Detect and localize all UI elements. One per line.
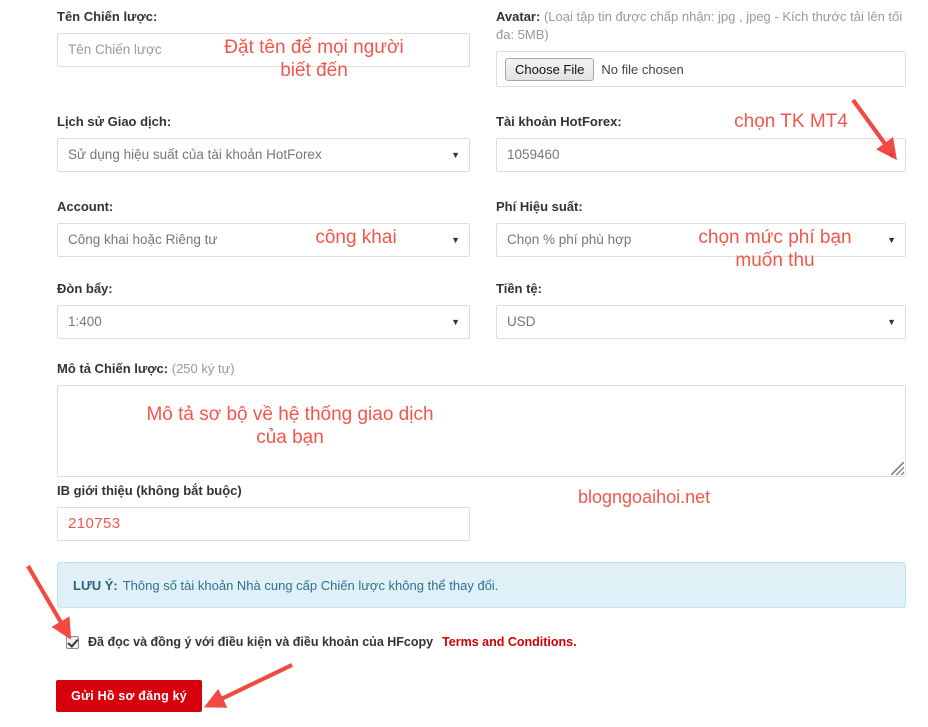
field-hotforex-account: Tài khoản HotForex: 1059460 ▼ [496,113,906,172]
file-status-text: No file chosen [601,61,684,77]
notice-banner: LƯU Ý: Thông số tài khoản Nhà cung cấp C… [57,562,906,608]
label-avatar: Avatar: (Loại tập tin được chấp nhận: jp… [496,8,906,44]
notice-text: Thông số tài khoản Nhà cung cấp Chiến lư… [122,577,499,593]
label-strategy-name: Tên Chiến lược: [57,9,158,24]
chevron-down-icon: ▼ [451,235,460,245]
field-avatar: Avatar: (Loại tập tin được chấp nhận: jp… [496,8,906,87]
agreement-text: Đã đọc và đồng ý với điều kiện và điều k… [88,635,434,649]
field-ib-referral: IB giới thiệu (không bắt buộc) 210753 [57,482,470,541]
chevron-down-icon: ▼ [887,150,896,160]
ib-referral-value: 210753 [68,515,121,532]
label-description-text: Mô tả Chiến lược: [57,361,169,376]
account-visibility-select[interactable]: Công khai hoặc Riêng tư ▼ [57,223,470,257]
chevron-down-icon: ▼ [887,317,896,327]
leverage-value: 1:400 [68,314,102,329]
field-performance-fee: Phí Hiệu suất: Chọn % phí phù hợp ▼ [496,198,906,257]
field-account-visibility: Account: Công khai hoặc Riêng tư ▼ [57,198,470,257]
notice-prefix: LƯU Ý: [73,577,118,593]
chevron-down-icon: ▼ [887,235,896,245]
performance-fee-value: Chọn % phí phù hợp [507,232,632,247]
resize-handle-icon[interactable] [891,462,904,475]
label-avatar-text: Avatar: [496,9,541,24]
label-description-hint: (250 ký tự) [171,361,235,376]
label-currency: Tiền tệ: [496,281,542,296]
field-leverage: Đòn bẩy: 1:400 ▼ [57,280,470,339]
chevron-down-icon: ▼ [451,317,460,327]
trade-history-value: Sử dụng hiệu suất của tài khoản HotForex [68,147,322,162]
currency-value: USD [507,314,536,329]
label-hotforex-account: Tài khoản HotForex: [496,114,622,129]
field-trade-history: Lịch sử Giao dịch: Sử dụng hiệu suất của… [57,113,470,172]
hotforex-account-select[interactable]: 1059460 ▼ [496,138,906,172]
label-description: Mô tả Chiến lược: (250 ký tự) [57,360,906,378]
strategy-registration-form: Tên Chiến lược: Tên Chiến lược Avatar: (… [0,0,928,727]
strategy-name-input[interactable]: Tên Chiến lược [57,33,470,67]
choose-file-button[interactable]: Choose File [505,57,595,81]
description-textarea[interactable] [57,385,906,477]
avatar-file-input[interactable]: Choose File No file chosen [496,51,906,87]
performance-fee-select[interactable]: Chọn % phí phù hợp ▼ [496,223,906,257]
arrow-to-submit-button [203,663,293,708]
label-ib-referral: IB giới thiệu (không bắt buộc) [57,483,242,498]
field-currency: Tiền tệ: USD ▼ [496,280,906,339]
agreement-checkbox[interactable] [66,635,79,649]
agreement-row: Đã đọc và đồng ý với điều kiện và điều k… [66,635,577,649]
field-description: Mô tả Chiến lược: (250 ký tự) [57,360,906,477]
submit-button[interactable]: Gửi Hồ sơ đăng ký [56,680,202,712]
account-visibility-value: Công khai hoặc Riêng tư [68,232,218,247]
ib-referral-input[interactable]: 210753 [57,507,470,541]
chevron-down-icon: ▼ [451,150,460,160]
site-watermark: blogngoaihoi.net [578,487,711,507]
trade-history-select[interactable]: Sử dụng hiệu suất của tài khoản HotForex… [57,138,470,172]
label-account-visibility: Account: [57,199,114,214]
currency-select[interactable]: USD ▼ [496,305,906,339]
field-strategy-name: Tên Chiến lược: Tên Chiến lược [57,8,470,67]
label-avatar-hint: (Loại tập tin được chấp nhận: jpg , jpeg… [496,9,903,42]
leverage-select[interactable]: 1:400 ▼ [57,305,470,339]
label-leverage: Đòn bẩy: [57,281,113,296]
label-performance-fee: Phí Hiệu suất: [496,199,583,214]
label-trade-history: Lịch sử Giao dịch: [57,114,172,129]
hotforex-account-value: 1059460 [507,147,560,162]
terms-and-conditions-link[interactable]: Terms and Conditions. [442,635,577,649]
